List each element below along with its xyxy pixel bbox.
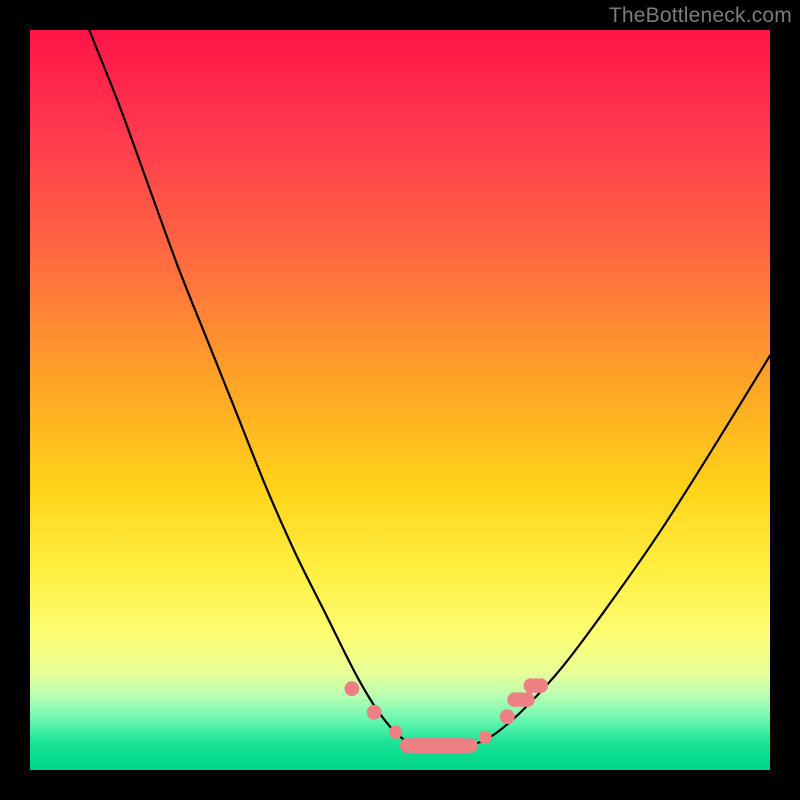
valley-marker [367,705,382,720]
valley-marker [500,709,515,724]
plot-area [30,30,770,770]
valley-marker [345,681,360,696]
valley-marker [533,678,548,693]
bottleneck-curve [89,30,770,749]
valley-marker [520,692,535,707]
valley-marker [407,738,471,753]
valley-marker [389,726,402,739]
chart-frame: TheBottleneck.com [0,0,800,800]
valley-marker [463,738,478,753]
curve-layer [30,30,770,770]
watermark-text: TheBottleneck.com [609,4,792,28]
valley-marker [400,738,415,753]
valley-marker [478,731,491,744]
